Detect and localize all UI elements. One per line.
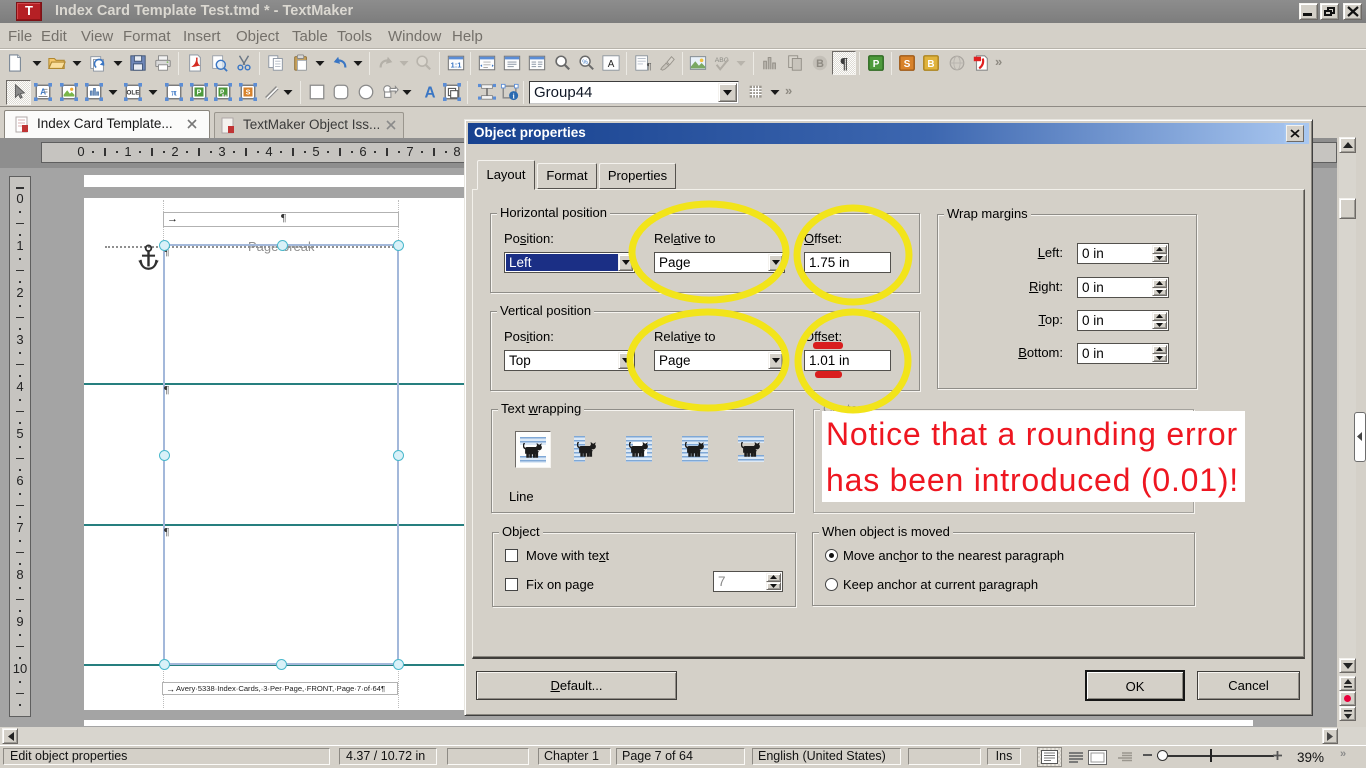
svg-text:A: A xyxy=(424,84,435,101)
svg-text:A: A xyxy=(608,59,615,70)
svg-text:¶: ¶ xyxy=(647,61,652,71)
svg-text:P: P xyxy=(873,59,880,70)
svg-text:S: S xyxy=(246,88,251,97)
svg-text:OLE: OLE xyxy=(127,90,140,97)
svg-text:P: P xyxy=(197,88,202,97)
svg-text:S: S xyxy=(904,59,911,70)
svg-text:π: π xyxy=(171,88,177,99)
svg-text:i: i xyxy=(513,92,515,100)
svg-text:¶: ¶ xyxy=(840,55,848,72)
svg-text:%: % xyxy=(582,59,588,66)
svg-text:B: B xyxy=(927,59,934,70)
svg-text:B: B xyxy=(816,58,824,70)
svg-text:1:1: 1:1 xyxy=(450,61,462,70)
